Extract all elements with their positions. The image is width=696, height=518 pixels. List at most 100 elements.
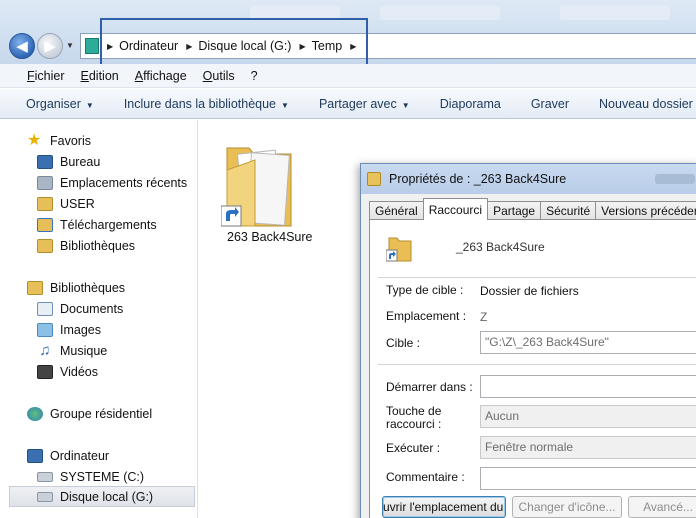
burn-button[interactable]: Graver xyxy=(531,97,569,111)
recent-places-icon xyxy=(37,175,53,190)
sidebar-item-system-c[interactable]: SYSTEME (C:) xyxy=(37,466,197,487)
sidebar-item-libraries[interactable]: Bibliothèques xyxy=(27,277,197,298)
target-field[interactable]: "G:\Z\_263 Back4Sure" xyxy=(480,331,696,354)
sidebar-item-label: Ordinateur xyxy=(50,448,110,463)
sidebar-item-label: Téléchargements xyxy=(60,217,157,232)
sidebar-item-label: Vidéos xyxy=(60,364,98,379)
sidebar-item-label: Groupe résidentiel xyxy=(50,406,153,421)
desktop-icon xyxy=(37,154,53,169)
arrow-left-icon: ◀ xyxy=(16,38,28,55)
dialog-controls xyxy=(655,174,695,184)
dialog-title-bar[interactable]: Propriétés de : _263 Back4Sure xyxy=(361,164,696,194)
comment-field[interactable] xyxy=(480,467,696,490)
sidebar-item-music[interactable]: ♫ Musique xyxy=(37,340,197,361)
sidebar-item-documents[interactable]: Documents xyxy=(37,298,197,319)
star-icon: ★ xyxy=(27,131,42,149)
music-icon: ♫ xyxy=(39,341,51,359)
target-type-value: Dossier de fichiers xyxy=(480,284,579,298)
sidebar-item-computer[interactable]: Ordinateur xyxy=(27,445,197,466)
tab-security[interactable]: Sécurité xyxy=(540,201,597,220)
new-folder-button[interactable]: Nouveau dossier xyxy=(599,97,693,111)
shortcut-panel: _263 Back4Sure Type de cible : Dossier d… xyxy=(369,219,696,518)
user-folder-icon xyxy=(37,196,53,211)
include-label: Inclure dans la bibliothèque xyxy=(123,96,277,111)
arrow-right-icon: ▶ xyxy=(44,38,56,55)
properties-dialog: Propriétés de : _263 Back4Sure Général R… xyxy=(360,163,696,518)
shortcut-key-field[interactable]: Aucun xyxy=(480,405,696,428)
back-button[interactable]: ◀ xyxy=(9,33,35,59)
sidebar-item-label: USER xyxy=(60,196,95,211)
organize-label: Organiser xyxy=(26,96,81,111)
menu-tools[interactable]: Outils xyxy=(203,69,235,83)
organize-button[interactable]: Organiser ▼ xyxy=(26,97,94,111)
open-file-location-button[interactable]: uvrir l'emplacement du fich xyxy=(382,496,506,518)
dialog-title: Propriétés de : _263 Back4Sure xyxy=(389,172,567,186)
computer-icon xyxy=(27,448,43,463)
start-in-field[interactable] xyxy=(480,375,696,398)
recent-pages-dropdown[interactable]: ▼ xyxy=(66,41,74,50)
advanced-button[interactable]: Avancé... xyxy=(628,496,696,518)
comment-label: Commentaire : xyxy=(386,470,465,484)
sidebar-item-label: Musique xyxy=(60,343,108,358)
tab-sharing[interactable]: Partage xyxy=(487,201,542,220)
folder-shortcut-icon xyxy=(386,237,412,262)
sidebar-item-label: Bibliothèques xyxy=(50,280,126,295)
sidebar-item-libraries-fav[interactable]: Bibliothèques xyxy=(37,235,197,256)
file-name[interactable]: 263 Back4Sure xyxy=(227,230,312,244)
menu-help[interactable]: ? xyxy=(251,69,258,83)
tab-general[interactable]: Général xyxy=(369,201,424,220)
location-label: Emplacement : xyxy=(386,309,467,323)
sidebar-item-recent-places[interactable]: Emplacements récents xyxy=(37,172,197,193)
sidebar-item-homegroup[interactable]: Groupe résidentiel xyxy=(27,403,197,424)
slideshow-button[interactable]: Diaporama xyxy=(440,97,501,111)
list-item[interactable] xyxy=(220,130,295,230)
chevron-down-icon: ▼ xyxy=(85,100,94,110)
videos-icon xyxy=(37,364,53,379)
location-value: Z xyxy=(480,310,488,324)
forward-button[interactable]: ▶ xyxy=(37,33,63,59)
shortcut-key-label-2: raccourci : xyxy=(386,417,442,431)
folder-shortcut-icon xyxy=(220,147,292,227)
sidebar-item-desktop[interactable]: Bureau xyxy=(37,151,197,172)
share-with-button[interactable]: Partager avec ▼ xyxy=(319,97,410,111)
tab-previous-versions[interactable]: Versions précédentes xyxy=(595,201,696,220)
libraries-icon xyxy=(27,280,43,295)
sidebar-item-videos[interactable]: Vidéos xyxy=(37,361,197,382)
sidebar-item-label: Emplacements récents xyxy=(60,175,188,190)
divider xyxy=(378,364,696,365)
share-label: Partager avec xyxy=(318,96,397,111)
include-in-library-button[interactable]: Inclure dans la bibliothèque ▼ xyxy=(124,97,289,111)
divider xyxy=(378,277,696,278)
documents-icon xyxy=(37,301,53,316)
location-icon xyxy=(85,38,99,54)
sidebar-item-downloads[interactable]: Téléchargements xyxy=(37,214,197,235)
sidebar-item-label: Bibliothèques xyxy=(60,238,136,253)
run-select[interactable]: Fenêtre normale xyxy=(480,436,696,459)
sidebar-item-label: Documents xyxy=(60,301,124,316)
drive-icon xyxy=(37,471,53,482)
run-label: Exécuter : xyxy=(386,441,441,455)
change-icon-button[interactable]: Changer d'icône... xyxy=(512,496,622,518)
sidebar-item-user[interactable]: USER xyxy=(37,193,197,214)
shortcut-name: _263 Back4Sure xyxy=(456,240,545,254)
menu-edit[interactable]: Edition xyxy=(81,69,119,83)
sidebar-item-favorites[interactable]: ★ Favoris xyxy=(27,130,197,151)
menu-file[interactable]: Fichier xyxy=(27,69,65,83)
target-type-label: Type de cible : xyxy=(386,283,464,297)
chevron-down-icon: ▼ xyxy=(401,100,410,110)
sidebar-item-images[interactable]: Images xyxy=(37,319,197,340)
sidebar-item-label: Disque local (G:) xyxy=(60,489,154,504)
sidebar-item-label: Images xyxy=(60,322,101,337)
menu-view[interactable]: Affichage xyxy=(135,69,187,83)
target-label: Cible : xyxy=(386,336,421,350)
sidebar-item-local-disk-g[interactable]: Disque local (G:) xyxy=(9,486,195,507)
command-bar: Organiser ▼ Inclure dans la bibliothèque ▼… xyxy=(0,89,696,119)
sidebar-item-label: Bureau xyxy=(60,154,101,169)
dialog-tabs: Général Raccourci Partage Sécurité Versi… xyxy=(369,198,696,220)
tab-shortcut[interactable]: Raccourci xyxy=(422,198,489,220)
homegroup-icon xyxy=(27,406,43,421)
drive-icon xyxy=(37,491,53,502)
start-in-label: Démarrer dans : xyxy=(386,380,473,394)
navigation-pane: ★ Favoris Bureau Emplacements récents US… xyxy=(0,120,198,518)
library-icon xyxy=(37,238,53,253)
